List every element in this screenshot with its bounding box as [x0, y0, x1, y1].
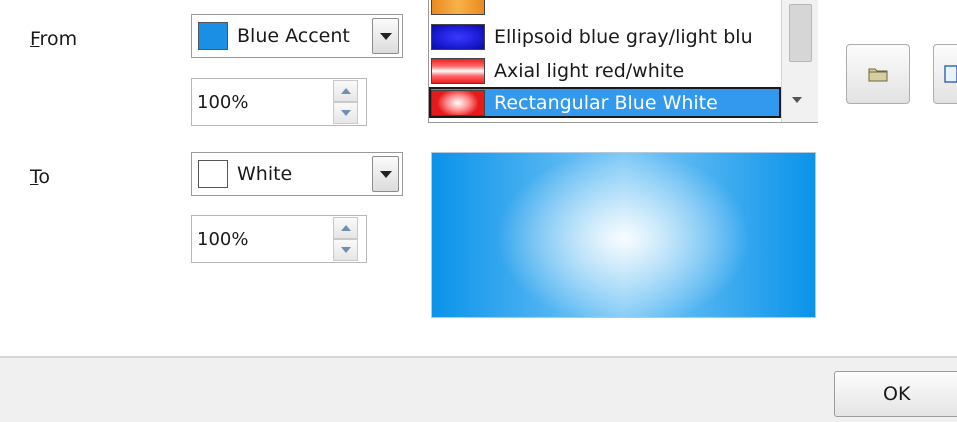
from-spin-up-button[interactable]: [333, 80, 358, 102]
list-item-label: Axial light red/white: [494, 59, 685, 82]
to-color-name: White: [237, 163, 293, 185]
from-label-accelerator: F: [30, 28, 40, 50]
to-color-dropdown[interactable]: White: [191, 152, 403, 196]
to-label: To: [30, 166, 50, 188]
list-item[interactable]: Ellipsoid blue gray/light blu: [429, 21, 781, 52]
arrow-down-icon: [340, 110, 351, 116]
load-button[interactable]: [846, 44, 910, 104]
dialog-footer: [0, 356, 957, 422]
to-label-text: o: [38, 166, 51, 188]
folder-icon: [868, 68, 888, 82]
list-scrollbar[interactable]: [781, 0, 818, 122]
gradient-thumbnail: [431, 89, 485, 116]
ok-button-label: OK: [883, 383, 911, 405]
scroll-down-button[interactable]: [792, 97, 802, 103]
arrow-up-icon: [340, 225, 351, 231]
to-color-swatch: [198, 160, 228, 188]
from-label: From: [30, 28, 77, 50]
from-color-name: Blue Accent: [237, 25, 350, 47]
to-intensity-value[interactable]: 100%: [197, 229, 333, 250]
gradient-thumbnail: [431, 57, 485, 84]
to-dropdown-button[interactable]: [372, 156, 399, 192]
from-color-dropdown[interactable]: Blue Accent: [191, 14, 403, 58]
from-intensity-value[interactable]: 100%: [197, 92, 333, 113]
chevron-down-icon: [379, 170, 392, 178]
list-item-label: Ellipsoid blue gray/light blu: [494, 25, 753, 48]
from-spin-down-button[interactable]: [333, 102, 358, 124]
arrow-down-icon: [340, 247, 351, 253]
ok-button[interactable]: OK: [834, 371, 957, 417]
list-item[interactable]: Axial light red/white: [429, 55, 781, 86]
from-spin-buttons: [333, 80, 358, 124]
to-spin-buttons: [333, 217, 358, 261]
to-intensity-spinbox[interactable]: 100%: [191, 215, 367, 263]
to-spin-up-button[interactable]: [333, 217, 358, 239]
gradient-list[interactable]: Ellipsoid blue gray/light blu Axial ligh…: [428, 0, 818, 123]
gradient-preview: [431, 152, 816, 318]
from-dropdown-button[interactable]: [372, 18, 399, 54]
chevron-down-icon: [379, 32, 392, 40]
from-intensity-spinbox[interactable]: 100%: [191, 78, 367, 126]
save-icon: [944, 65, 957, 83]
gradient-thumbnail: [431, 23, 485, 50]
list-item-selected[interactable]: Rectangular Blue White: [429, 87, 781, 118]
save-button[interactable]: [933, 44, 957, 104]
scrollbar-thumb[interactable]: [789, 4, 812, 62]
gradient-thumbnail: [431, 0, 485, 15]
from-color-swatch: [198, 22, 228, 50]
to-spin-down-button[interactable]: [333, 239, 358, 261]
list-item-partial[interactable]: [429, 0, 781, 17]
list-item-label: Rectangular Blue White: [494, 91, 718, 114]
chevron-down-icon: [792, 97, 802, 103]
arrow-up-icon: [340, 88, 351, 94]
from-label-text: rom: [39, 28, 78, 50]
